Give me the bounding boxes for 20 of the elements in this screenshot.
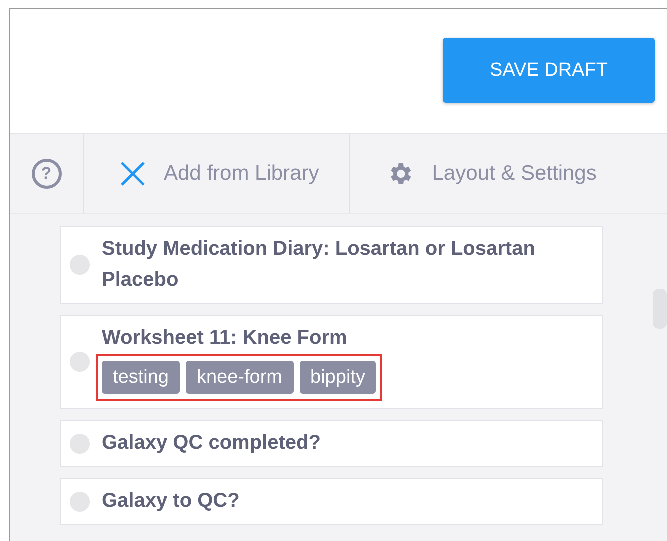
form-card[interactable]: Study Medication Diary: Losartan or Losartan Placebo: [60, 226, 603, 304]
form-title: Galaxy QC completed?: [102, 431, 321, 456]
tag[interactable]: testing: [102, 361, 180, 394]
help-icon[interactable]: ?: [32, 158, 62, 188]
tag[interactable]: bippity: [300, 361, 376, 394]
radio-button[interactable]: [70, 352, 90, 372]
form-title: Study Medication Diary: Losartan or Losartan Placebo: [102, 237, 536, 293]
tag[interactable]: knee-form: [186, 361, 294, 394]
radio-button[interactable]: [70, 434, 90, 454]
add-from-library-button[interactable]: Add from Library: [84, 134, 350, 213]
form-title: Galaxy to QC?: [102, 489, 240, 514]
form-title: Worksheet 11: Knee Form: [102, 326, 348, 351]
radio-button[interactable]: [70, 255, 90, 275]
form-card[interactable]: Galaxy QC completed?: [60, 420, 603, 467]
save-draft-button[interactable]: SAVE DRAFT: [443, 38, 655, 103]
form-card[interactable]: Worksheet 11: Knee Form testing knee-form bippity: [60, 315, 603, 409]
close-icon: [120, 160, 146, 186]
radio-button[interactable]: [70, 492, 90, 512]
layout-settings-button[interactable]: Layout & Settings: [350, 134, 627, 213]
form-card[interactable]: Galaxy to QC?: [60, 478, 603, 525]
